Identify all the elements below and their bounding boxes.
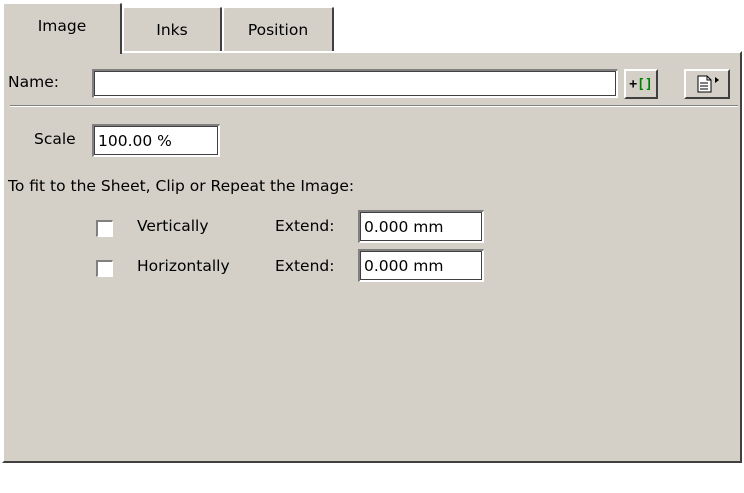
separator-line bbox=[10, 105, 738, 107]
scale-field[interactable] bbox=[92, 124, 220, 157]
fit-heading: To fit to the Sheet, Clip or Repeat the … bbox=[8, 177, 355, 195]
name-field[interactable] bbox=[92, 69, 618, 98]
name-label: Name: bbox=[8, 73, 59, 91]
tab-image-label: Image bbox=[37, 17, 87, 35]
name-input[interactable] bbox=[94, 71, 617, 97]
add-bracket-icon: +[] bbox=[629, 76, 653, 92]
vertically-label: Vertically bbox=[137, 217, 209, 235]
tab-inks[interactable]: Inks bbox=[122, 6, 222, 53]
vertically-checkbox[interactable] bbox=[96, 220, 113, 237]
horizontally-label: Horizontally bbox=[137, 257, 230, 275]
document-menu-button[interactable] bbox=[684, 69, 730, 99]
tab-inks-label: Inks bbox=[156, 21, 188, 39]
image-properties-panel: Name: +[] Scale To fit to the Sheet, Cli… bbox=[2, 51, 742, 463]
vertical-extend-input[interactable] bbox=[360, 212, 483, 242]
tab-position-label: Position bbox=[247, 21, 309, 39]
vertical-extend-label: Extend: bbox=[275, 217, 335, 235]
horizontal-extend-label: Extend: bbox=[275, 257, 335, 275]
vertical-extend-field[interactable] bbox=[358, 210, 484, 243]
document-menu-icon bbox=[692, 74, 722, 94]
scale-label: Scale bbox=[34, 130, 76, 148]
horizontal-extend-input[interactable] bbox=[360, 251, 483, 281]
tab-image[interactable]: Image bbox=[2, 2, 122, 54]
add-bracket-button[interactable]: +[] bbox=[624, 69, 658, 99]
horizontally-checkbox[interactable] bbox=[96, 260, 113, 277]
tab-position[interactable]: Position bbox=[222, 6, 334, 53]
scale-input[interactable] bbox=[94, 126, 219, 156]
horizontal-extend-field[interactable] bbox=[358, 249, 484, 282]
